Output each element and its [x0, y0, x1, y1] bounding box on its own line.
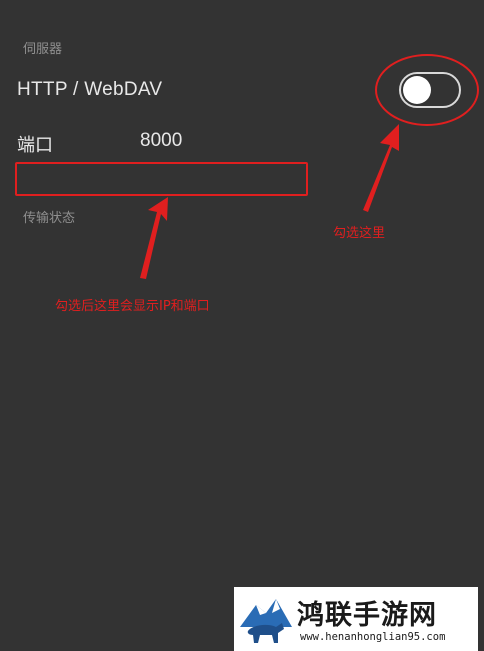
- watermark: 鸿联手游网 www.henanhonglian95.com: [234, 587, 478, 651]
- annotation-after-check: 勾选后这里会显示IP和端口: [55, 299, 210, 314]
- watermark-url: www.henanhonglian95.com: [300, 631, 446, 643]
- watermark-name: 鸿联手游网: [297, 600, 437, 631]
- annotation-arrows: [140, 124, 399, 279]
- watermark-logo-icon: [238, 591, 294, 649]
- arrow-to-toggle: [363, 124, 399, 212]
- annotation-check-here: 勾选这里: [333, 226, 386, 241]
- arrow-to-box: [140, 197, 168, 279]
